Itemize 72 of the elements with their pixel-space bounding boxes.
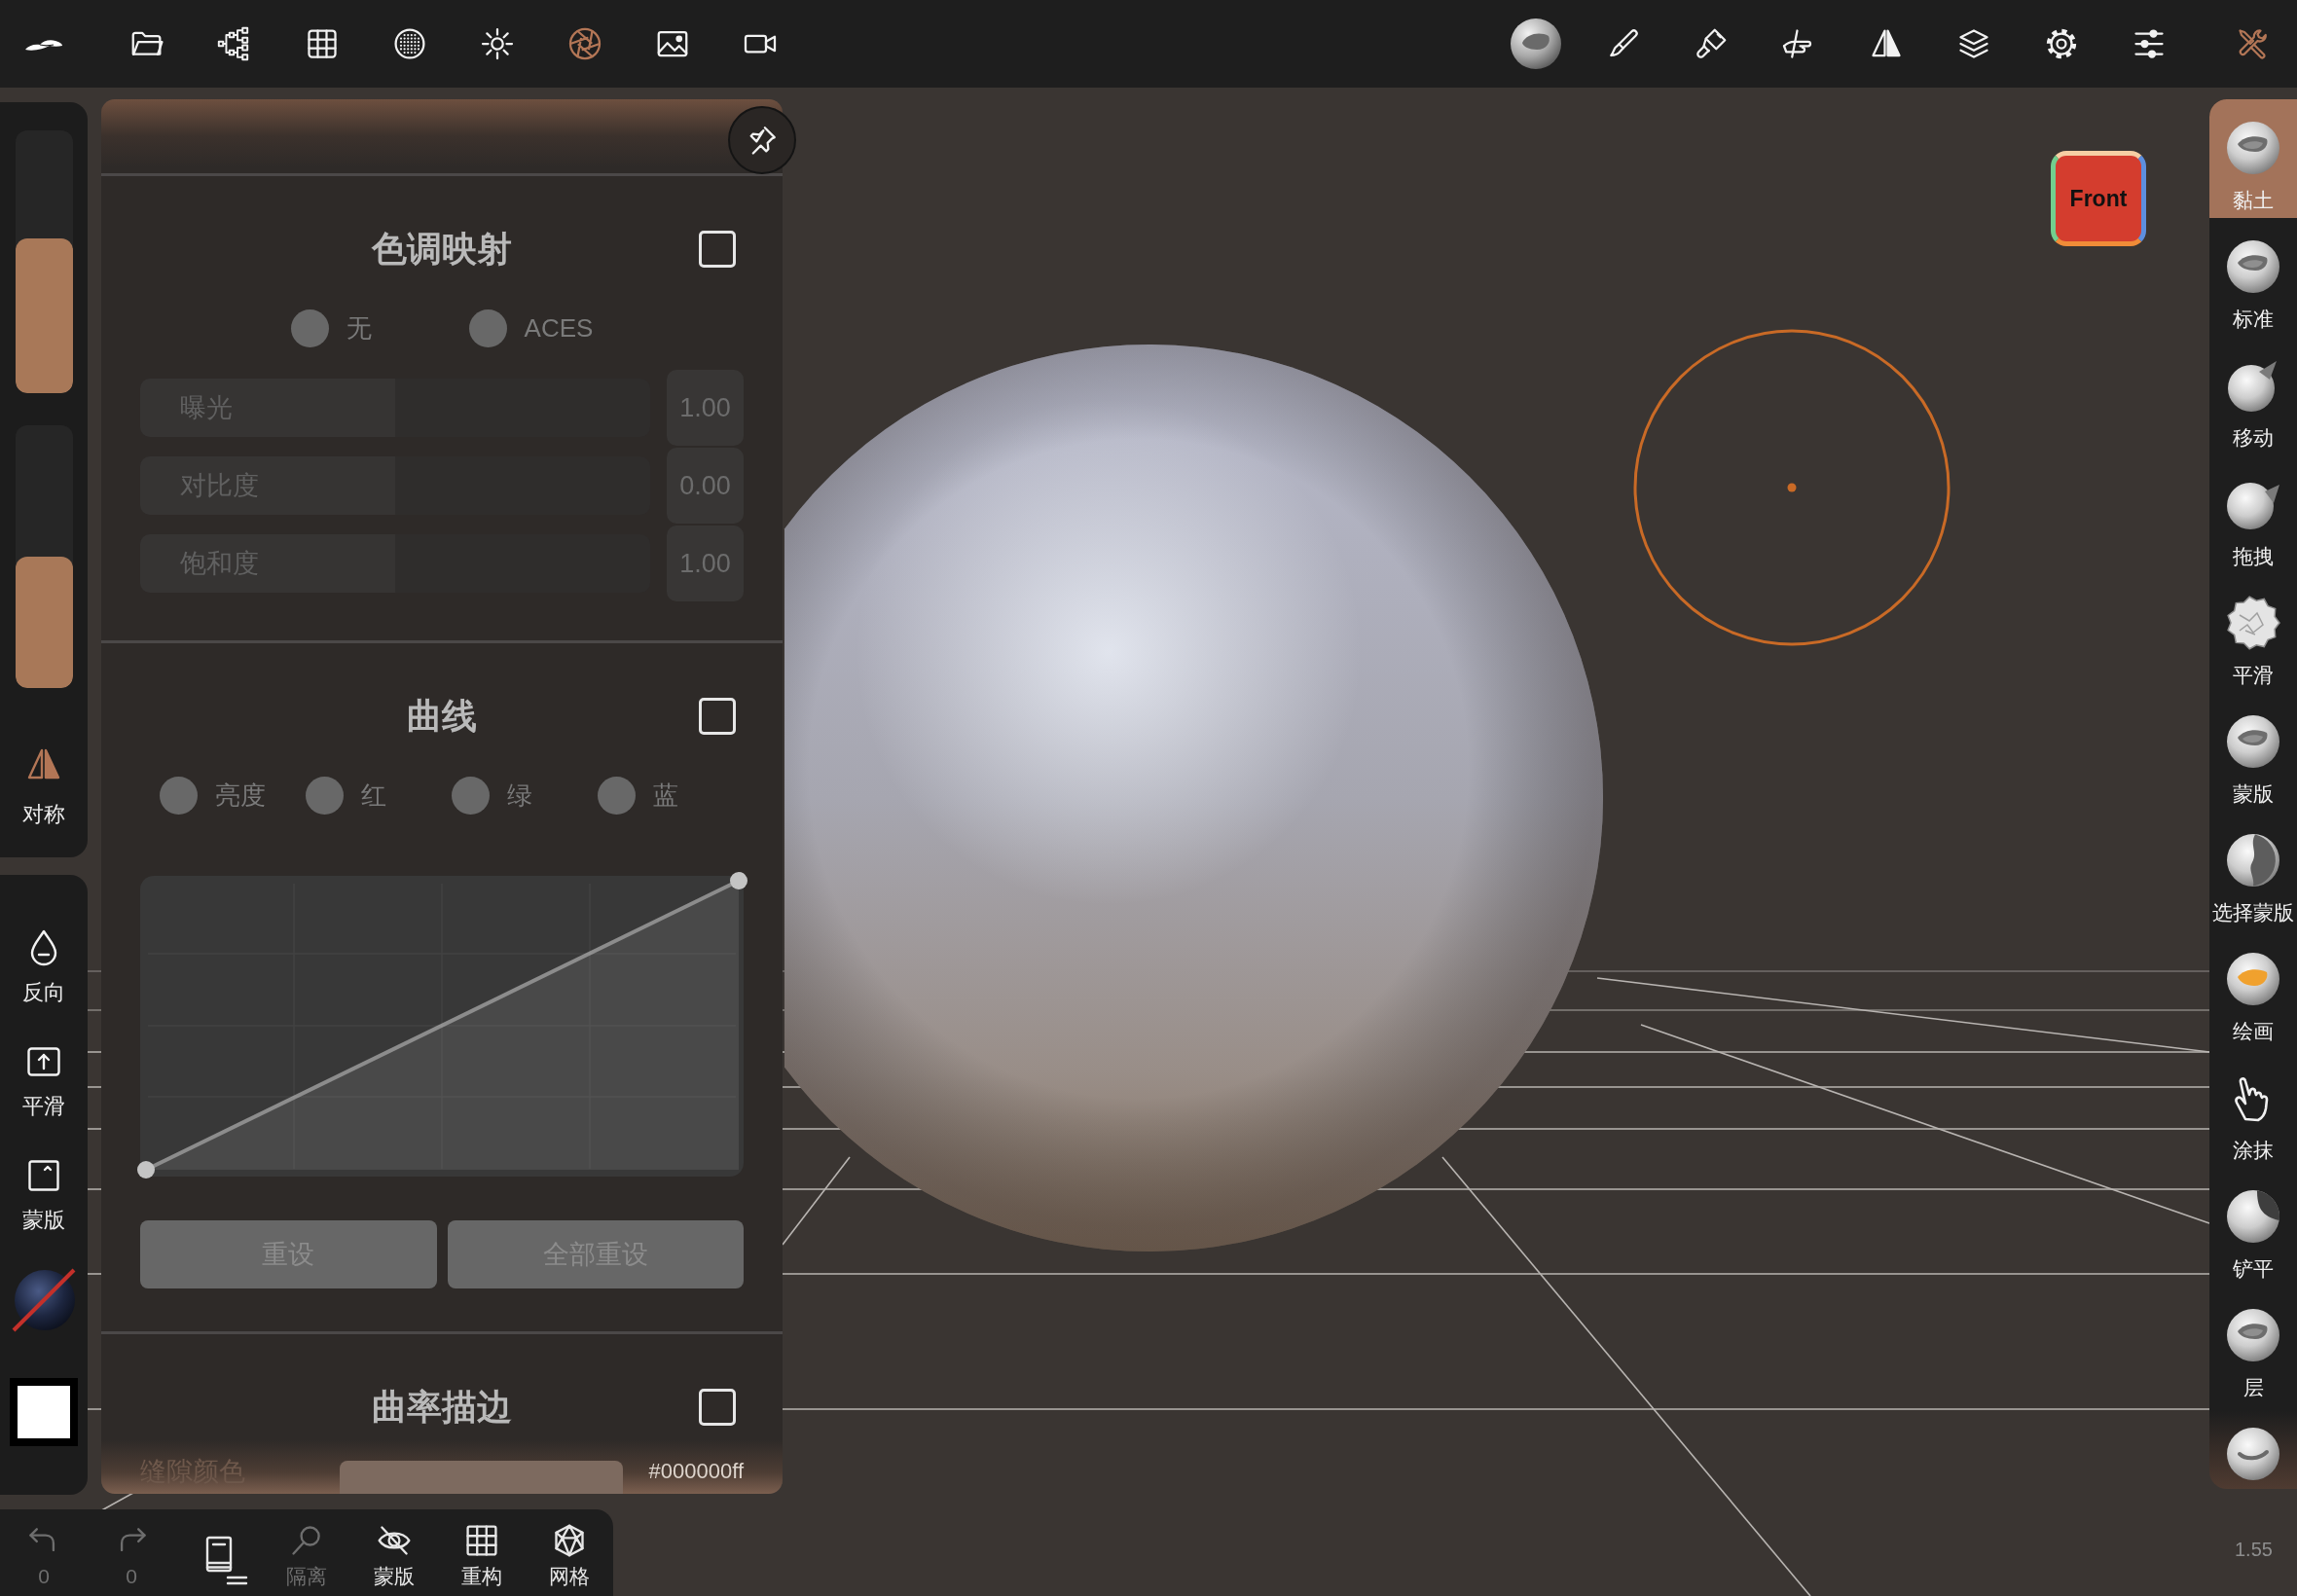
slider-fill[interactable] [16, 237, 73, 393]
tool-button[interactable]: 平滑 [0, 1042, 88, 1120]
tool-button[interactable]: 选择蒙版 [2209, 812, 2297, 930]
mesh-button[interactable]: 网格 [526, 1509, 613, 1596]
option-label: ACES [524, 312, 594, 345]
settings-icon[interactable] [2044, 26, 2079, 61]
status-value: 1.55 [2235, 1538, 2273, 1562]
layers-icon[interactable] [1956, 26, 1991, 61]
sun-icon[interactable] [480, 26, 515, 61]
slider-track[interactable] [16, 130, 73, 393]
mask-button[interactable]: 蒙版 [350, 1509, 438, 1596]
tool-button[interactable]: 黏土 [2209, 99, 2297, 218]
sliders-icon[interactable] [2132, 26, 2167, 61]
color-swatch-icon[interactable] [10, 1378, 78, 1446]
slider-track[interactable] [16, 425, 73, 688]
curve-handle[interactable] [137, 1161, 155, 1179]
paintbrush-icon[interactable] [1694, 26, 1729, 61]
cut-sphere-icon [2226, 1189, 2280, 1244]
tool-button[interactable]: 涂抹 [2209, 1049, 2297, 1168]
view-cube[interactable]: Front [2051, 151, 2146, 246]
symmetry-button[interactable]: 对称 [0, 744, 88, 828]
remesh-button[interactable]: 重构 [438, 1509, 526, 1596]
dented-sphere-icon [2226, 121, 2280, 175]
radio-button[interactable] [160, 776, 198, 815]
eye-slash-icon [377, 1523, 412, 1558]
checkbox[interactable] [699, 1389, 736, 1426]
grid-icon[interactable] [305, 26, 340, 61]
dented-sphere-icon [2226, 239, 2280, 294]
curve-handle[interactable] [730, 872, 747, 889]
radio-button[interactable] [598, 776, 636, 815]
upload-box-icon [27, 1047, 60, 1076]
tool-button[interactable]: 拖拽 [2209, 455, 2297, 574]
tool-button[interactable]: 移动 [2209, 337, 2297, 455]
dented-sphere-icon [2226, 1308, 2280, 1362]
dented-sphere-icon [2226, 714, 2280, 769]
tool-button[interactable]: 反向 [0, 928, 88, 1006]
tool-button[interactable]: 平滑 [2209, 574, 2297, 693]
color-value: #000000ff [648, 1458, 744, 1485]
checkbox[interactable] [699, 231, 736, 268]
caret-box-icon [28, 1160, 59, 1191]
aperture-icon[interactable] [567, 26, 602, 61]
matcap-sphere-icon[interactable] [10, 1266, 78, 1334]
checkbox[interactable] [699, 698, 736, 735]
section-title: 曲率描边 [372, 1386, 512, 1429]
radio-button[interactable] [306, 776, 344, 815]
radio-button[interactable] [290, 308, 329, 347]
tool-button[interactable]: 标准 [2209, 218, 2297, 337]
tool-button[interactable]: 蒙版 [0, 1156, 88, 1234]
option-label: 蓝 [653, 780, 678, 812]
tool-button[interactable]: 蒙版 [2209, 693, 2297, 812]
painted-sphere-icon [2226, 952, 2280, 1006]
option-label: 亮度 [215, 780, 266, 812]
section-title: 色调映射 [372, 228, 512, 271]
radio-button[interactable] [468, 308, 507, 347]
color-field[interactable] [340, 1461, 623, 1494]
tool-button[interactable]: 层 [2209, 1287, 2297, 1405]
option-label: 绿 [507, 780, 532, 812]
book-icon [205, 1536, 248, 1586]
section-title: 曲线 [407, 695, 477, 738]
option-label: 红 [361, 780, 386, 812]
tool-button[interactable]: 铲平 [2209, 1168, 2297, 1287]
material-sphere-icon[interactable] [1509, 17, 1563, 71]
drop-icon [29, 929, 58, 966]
grooved-sphere-icon [2226, 1427, 2280, 1481]
dotted-globe-icon[interactable] [392, 26, 427, 61]
option-label: 无 [346, 312, 372, 345]
radio-button[interactable] [452, 776, 490, 815]
tool-button[interactable]: 绘画 [2209, 930, 2297, 1049]
grid-icon [464, 1523, 499, 1558]
polyhedron-icon [552, 1523, 587, 1558]
shaded-sphere-icon [2226, 833, 2280, 888]
slider-fill[interactable] [16, 557, 73, 688]
